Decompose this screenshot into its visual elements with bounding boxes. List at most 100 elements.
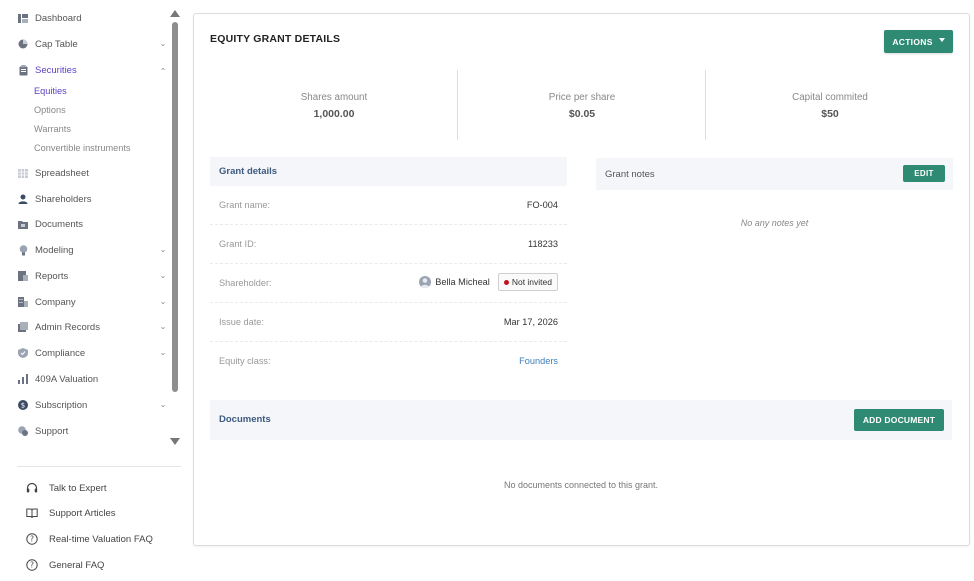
grant-details-header: Grant details xyxy=(210,157,567,186)
stat-price-per-share: Price per share $0.05 xyxy=(458,70,706,140)
sidebar-item-admin-records[interactable]: Admin Records ⌄ xyxy=(18,318,170,336)
edit-notes-button[interactable]: EDIT xyxy=(903,165,945,182)
sidebar-item-modeling[interactable]: Modeling ⌄ xyxy=(18,241,170,259)
spreadsheet-icon xyxy=(18,168,28,178)
stat-capital-committed: Capital commited $50 xyxy=(706,70,954,140)
grant-details-heading: Grant details xyxy=(219,166,278,177)
caret-down-icon xyxy=(938,37,945,42)
equity-class-link[interactable]: Founders xyxy=(519,356,558,366)
help-item-label: General FAQ xyxy=(49,559,105,571)
sidebar-item-label: Spreadsheet xyxy=(35,167,89,179)
status-dot-icon xyxy=(503,279,509,285)
issue-date-label: Issue date: xyxy=(219,317,264,327)
stat-label: Shares amount xyxy=(300,92,368,103)
grant-id-value: 118233 xyxy=(528,239,558,249)
stat-label: Price per share xyxy=(548,92,616,103)
clipboard-icon xyxy=(18,64,28,75)
sidebar-item-securities[interactable]: Securities ⌄ xyxy=(18,61,170,79)
sidebar-item-label: Reports xyxy=(35,270,69,282)
sidebar-item-label: Modeling xyxy=(35,244,74,256)
sidebar-item-label: Dashboard xyxy=(35,12,82,24)
scroll-down-arrow-icon[interactable] xyxy=(170,438,180,445)
dashboard-icon xyxy=(18,13,28,23)
sidebar-item-label: Company xyxy=(35,296,76,308)
report-icon xyxy=(18,271,28,281)
help-item-support-articles[interactable]: Support Articles xyxy=(26,504,116,522)
help-item-talk-to-expert[interactable]: Talk to Expert xyxy=(26,479,107,497)
equity-grant-card: EQUITY GRANT DETAILS ACTIONS Shares amou… xyxy=(193,13,970,546)
scroll-thumb[interactable] xyxy=(172,22,178,392)
notes-empty-state: No any notes yet xyxy=(740,218,809,228)
actions-button[interactable]: ACTIONS xyxy=(884,30,953,53)
help-item-label: Real-time Valuation FAQ xyxy=(49,533,153,545)
sidebar-subitem-convertible-instruments[interactable]: Convertible instruments xyxy=(34,141,131,155)
sidebar-item-documents[interactable]: Documents xyxy=(18,215,170,233)
stat-shares-amount: Shares amount 1,000.00 xyxy=(210,70,458,140)
chevron-up-icon: ⌄ xyxy=(159,66,167,75)
status-badge: Not invited xyxy=(497,273,558,291)
grant-notes-heading: Grant notes xyxy=(605,169,655,180)
sidebar-item-label: Support xyxy=(35,425,69,437)
sidebar-subitem-equities[interactable]: Equities xyxy=(34,84,67,98)
sidebar-item-shareholders[interactable]: Shareholders xyxy=(18,190,170,208)
help-item-real-time-valuation-faq[interactable]: ? Real-time Valuation FAQ xyxy=(26,530,153,548)
stat-value: 1,000.00 xyxy=(313,108,355,120)
chevron-down-icon: ⌄ xyxy=(159,271,167,280)
help-item-label: Support Articles xyxy=(49,507,116,519)
sidebar-item-dashboard[interactable]: Dashboard xyxy=(18,9,170,27)
support-icon xyxy=(18,426,28,436)
stat-value: $50 xyxy=(821,108,839,120)
dollar-icon: $ xyxy=(18,400,28,410)
sidebar-item-label: Securities xyxy=(35,64,77,76)
sidebar-item-label: Compliance xyxy=(35,347,86,359)
scroll-up-arrow-icon[interactable] xyxy=(170,10,180,17)
status-badge-label: Not invited xyxy=(511,277,552,287)
sidebar-scrollbar[interactable] xyxy=(170,10,180,445)
sidebar-item-label: Documents xyxy=(35,218,84,230)
stat-value: $0.05 xyxy=(568,108,596,120)
shareholder-label: Shareholder: xyxy=(219,278,272,288)
page-title: EQUITY GRANT DETAILS xyxy=(210,33,341,45)
sidebar: Dashboard Cap Table ⌄ Securities ⌄ Equit… xyxy=(0,0,188,581)
sidebar-item-spreadsheet[interactable]: Spreadsheet xyxy=(18,164,170,182)
documents-header: Documents ADD DOCUMENT xyxy=(210,400,952,440)
chevron-down-icon: ⌄ xyxy=(159,348,167,357)
records-icon xyxy=(18,322,28,332)
lightbulb-icon xyxy=(18,244,28,255)
chevron-down-icon: ⌄ xyxy=(159,400,167,409)
grant-id-label: Grant ID: xyxy=(219,239,257,249)
help-circle-icon: ? xyxy=(26,533,38,545)
grant-name-value: FO-004 xyxy=(526,200,558,210)
help-item-general-faq[interactable]: ? General FAQ xyxy=(26,556,104,574)
sidebar-subitem-warrants[interactable]: Warrants xyxy=(34,122,71,136)
grant-stats: Shares amount 1,000.00 Price per share $… xyxy=(210,70,955,140)
shareholder-name[interactable]: Bella Micheal xyxy=(435,277,490,287)
user-icon xyxy=(18,194,28,204)
grant-notes-header: Grant notes EDIT xyxy=(596,158,953,190)
sidebar-item-compliance[interactable]: Compliance ⌄ xyxy=(18,344,170,362)
svg-text:?: ? xyxy=(30,535,34,544)
sidebar-item-reports[interactable]: Reports ⌄ xyxy=(18,267,170,285)
chevron-down-icon: ⌄ xyxy=(159,322,167,331)
shield-icon xyxy=(18,348,28,358)
chevron-down-icon: ⌄ xyxy=(159,297,167,306)
actions-button-label: ACTIONS xyxy=(892,36,933,47)
equity-class-row: Equity class: Founders xyxy=(210,342,567,381)
sidebar-item-label: 409A Valuation xyxy=(35,373,99,385)
sidebar-item-409a-valuation[interactable]: 409A Valuation xyxy=(18,370,170,388)
help-item-label: Talk to Expert xyxy=(49,482,107,494)
folder-icon xyxy=(18,219,28,229)
pie-chart-icon xyxy=(18,39,28,49)
sidebar-item-cap-table[interactable]: Cap Table ⌄ xyxy=(18,35,170,53)
headset-icon xyxy=(26,482,38,494)
sidebar-item-support[interactable]: Support xyxy=(18,422,170,440)
issue-date-value: Mar 17, 2026 xyxy=(503,317,558,327)
sidebar-subitem-options[interactable]: Options xyxy=(34,103,66,117)
sidebar-item-label: Cap Table xyxy=(35,38,78,50)
help-circle-icon: ? xyxy=(26,559,38,571)
sidebar-item-subscription[interactable]: $ Subscription ⌄ xyxy=(18,396,170,414)
chevron-down-icon: ⌄ xyxy=(159,245,167,254)
sidebar-item-company[interactable]: Company ⌄ xyxy=(18,293,170,311)
add-document-button[interactable]: ADD DOCUMENT xyxy=(854,409,944,431)
avatar xyxy=(419,276,432,288)
